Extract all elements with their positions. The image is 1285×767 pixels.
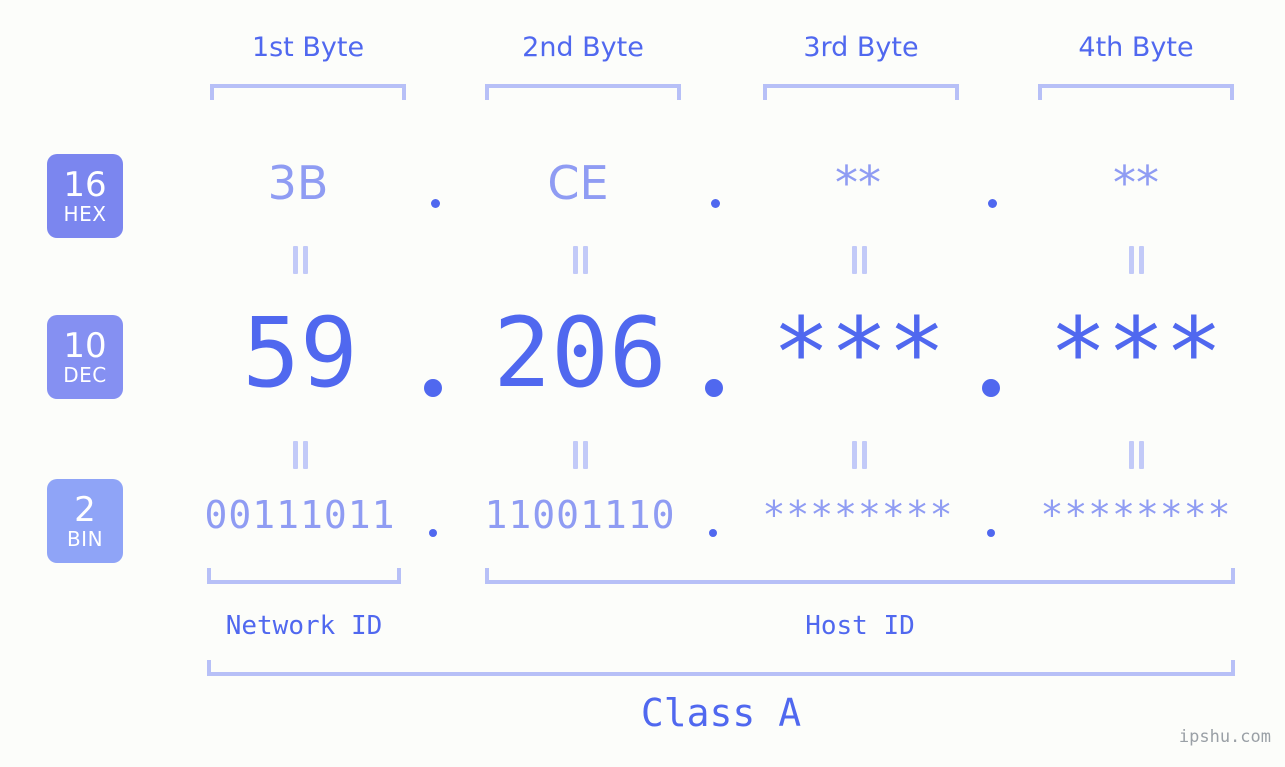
equals-mark-dec-bin-4	[1126, 441, 1146, 469]
bin-value-byte-1: 00111011	[204, 493, 396, 537]
byte-bracket-top-2	[485, 84, 681, 100]
dec-value-byte-2: 206	[493, 297, 667, 409]
byte-header-3: 3rd Byte	[803, 32, 919, 63]
class-bracket	[207, 660, 1235, 676]
base-badge-hex-number: 16	[63, 165, 107, 205]
dec-value-byte-1: 59	[242, 297, 358, 409]
dec-separator-dot-2	[705, 379, 723, 397]
base-badge-dec-label: DEC	[63, 363, 107, 387]
byte-bracket-top-3	[763, 84, 959, 100]
hex-separator-dot-3	[988, 199, 997, 208]
hex-value-byte-4: **	[1113, 156, 1159, 210]
base-badge-hex-label: HEX	[63, 202, 107, 226]
host-id-label: Host ID	[805, 611, 915, 641]
host-id-bracket	[485, 568, 1235, 584]
hex-value-byte-1: 3B	[267, 156, 329, 210]
bin-value-byte-4: ********	[1040, 493, 1232, 537]
hex-value-byte-3: **	[835, 156, 881, 210]
network-id-label: Network ID	[225, 611, 383, 641]
equals-mark-hex-dec-4	[1126, 246, 1146, 274]
equals-mark-hex-dec-3	[849, 246, 869, 274]
base-badge-bin-number: 2	[74, 490, 96, 530]
dec-separator-dot-1	[424, 379, 442, 397]
bin-separator-dot-2	[709, 529, 717, 537]
bin-separator-dot-1	[429, 529, 437, 537]
base-badge-dec-number: 10	[63, 326, 107, 366]
hex-separator-dot-1	[431, 199, 440, 208]
base-badge-dec: 10 DEC	[47, 315, 123, 399]
bin-value-byte-2: 11001110	[484, 493, 676, 537]
dec-value-byte-3: ***	[772, 297, 946, 409]
equals-mark-hex-dec-2	[570, 246, 590, 274]
equals-mark-dec-bin-1	[290, 441, 310, 469]
dec-separator-dot-3	[982, 379, 1000, 397]
byte-header-1: 1st Byte	[251, 32, 365, 63]
byte-bracket-top-4	[1038, 84, 1234, 100]
base-badge-bin-label: BIN	[66, 527, 104, 551]
dec-value-byte-4: ***	[1049, 297, 1223, 409]
equals-mark-dec-bin-2	[570, 441, 590, 469]
class-label: Class A	[640, 691, 802, 735]
hex-separator-dot-2	[711, 199, 720, 208]
ip-breakdown-diagram: 16 HEX 10 DEC 2 BIN 1st Byte 2nd Byte 3r…	[0, 0, 1285, 767]
network-id-bracket	[207, 568, 401, 584]
equals-mark-hex-dec-1	[290, 246, 310, 274]
byte-header-4: 4th Byte	[1078, 32, 1194, 63]
byte-header-2: 2nd Byte	[522, 32, 644, 63]
byte-bracket-top-1	[210, 84, 406, 100]
base-badge-bin: 2 BIN	[47, 479, 123, 563]
bin-value-byte-3: ********	[762, 493, 954, 537]
equals-mark-dec-bin-3	[849, 441, 869, 469]
hex-value-byte-2: CE	[547, 156, 609, 210]
watermark: ipshu.com	[1178, 727, 1271, 747]
bin-separator-dot-3	[987, 529, 995, 537]
base-badge-hex: 16 HEX	[47, 154, 123, 238]
